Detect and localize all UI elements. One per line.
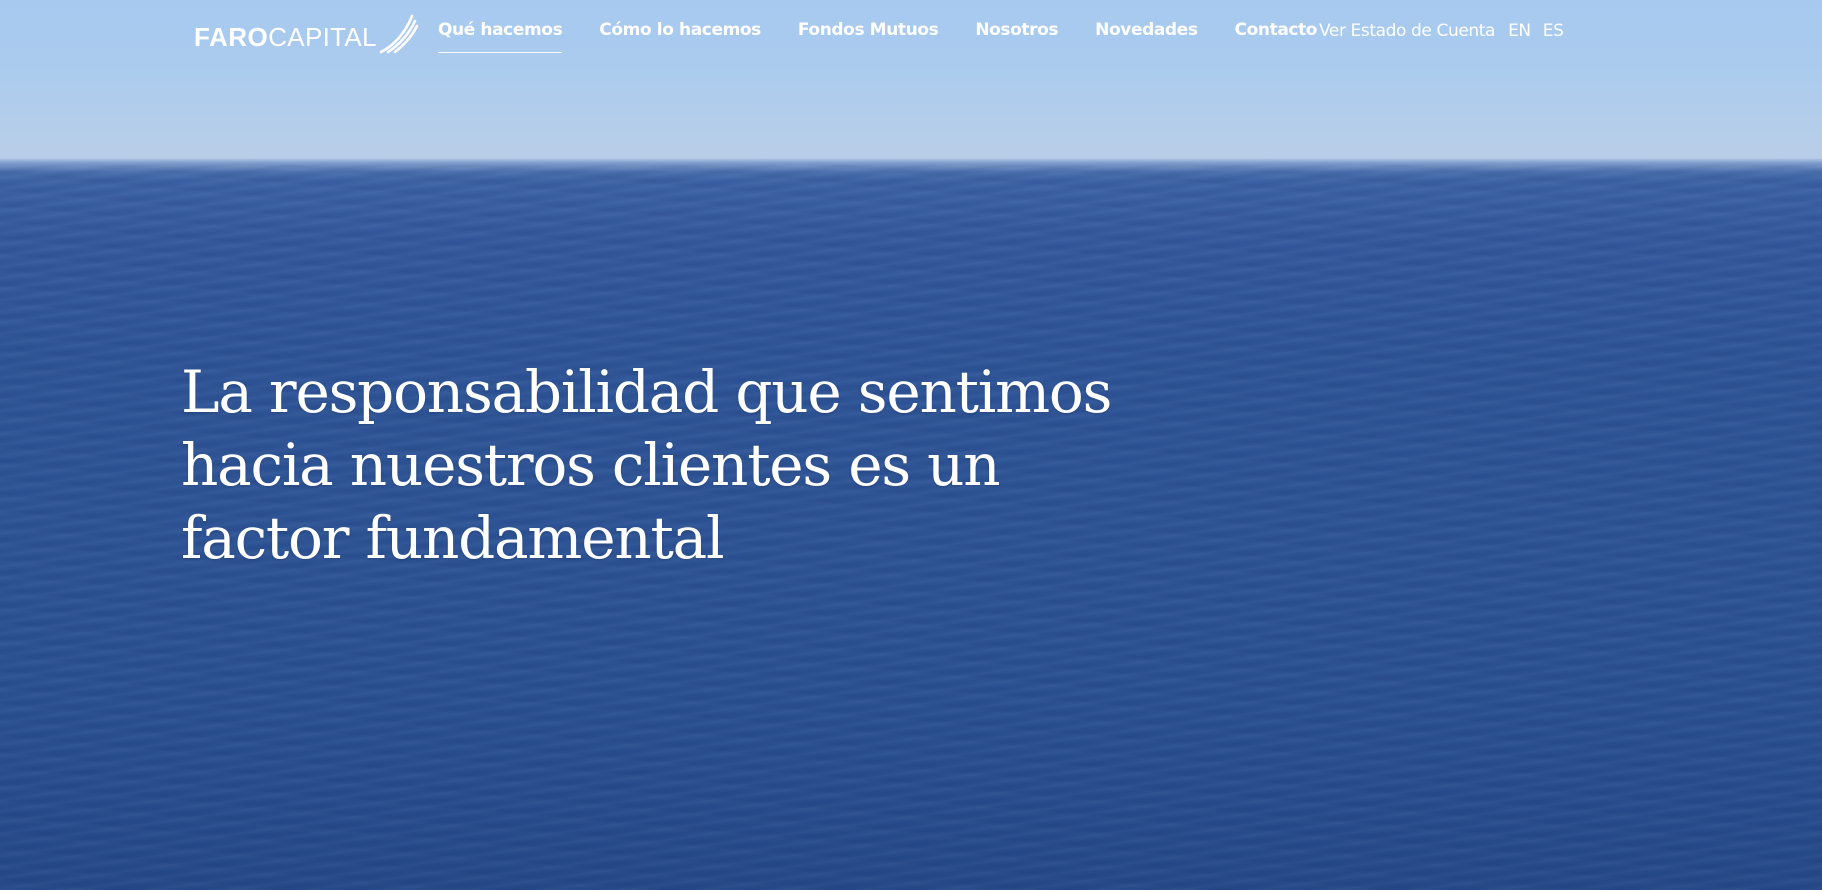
logo-text-faro: FARO — [194, 22, 269, 52]
hero-headline-line-1: La responsabilidad que sentimos — [181, 358, 1112, 426]
language-en-link[interactable]: EN — [1508, 21, 1531, 41]
nav-item-que-hacemos[interactable]: Qué hacemos — [438, 20, 563, 53]
account-statement-link[interactable]: Ver Estado de Cuenta — [1319, 21, 1495, 41]
site-header: FARO CAPITAL Qué hacemos Cómo lo hacemos… — [0, 0, 1822, 66]
hero-headline-line-2: hacia nuestros clientes es un — [181, 431, 1001, 499]
nav-item-contacto[interactable]: Contacto — [1235, 20, 1318, 40]
hero-headline-line-3: factor fundamental — [181, 504, 725, 572]
logo-wordmark: FARO CAPITAL — [194, 24, 377, 54]
nav-item-novedades[interactable]: Novedades — [1095, 20, 1198, 40]
language-es-link[interactable]: ES — [1543, 21, 1564, 41]
nav-item-nosotros[interactable]: Nosotros — [975, 20, 1058, 40]
nav-item-fondos-mutuos[interactable]: Fondos Mutuos — [798, 20, 939, 40]
main-nav: Qué hacemos Cómo lo hacemos Fondos Mutuo… — [438, 20, 1318, 53]
horizon-line — [0, 150, 1822, 180]
hero-headline: La responsabilidad que sentimos hacia nue… — [181, 356, 1121, 575]
language-switcher: EN ES — [1508, 21, 1564, 41]
nav-item-como-lo-hacemos[interactable]: Cómo lo hacemos — [599, 20, 761, 40]
lighthouse-beam-icon — [379, 14, 419, 54]
utility-links: Ver Estado de Cuenta EN ES — [1319, 21, 1564, 41]
site-logo[interactable]: FARO CAPITAL — [194, 10, 419, 54]
logo-text-capital: CAPITAL — [268, 22, 377, 52]
